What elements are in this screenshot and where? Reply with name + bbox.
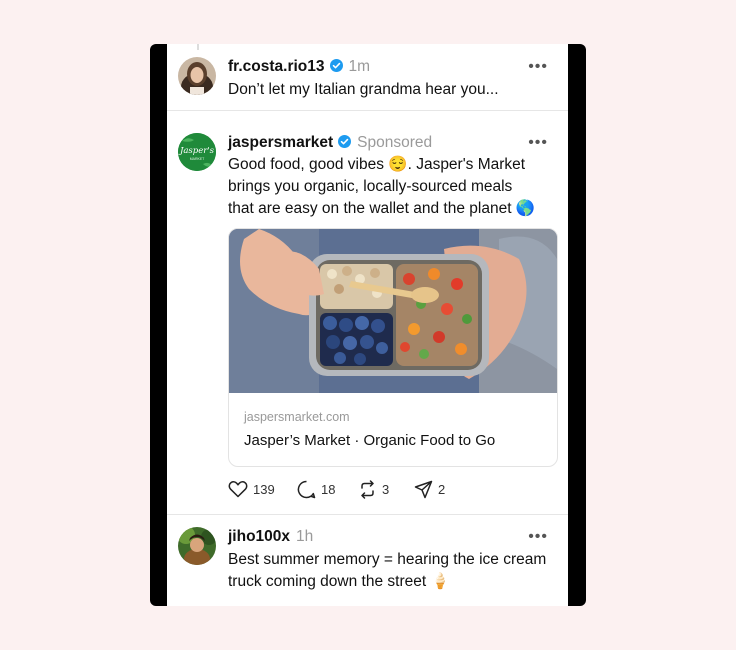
like-count: 139	[253, 481, 275, 497]
comment-icon	[297, 480, 316, 498]
food-container-image[interactable]	[229, 229, 557, 393]
post-text: Best summer memory = hearing the ice cre…	[228, 549, 558, 593]
repost-button[interactable]: 3	[358, 478, 389, 500]
post-jaspersmarket[interactable]: Jasper's MARKET jaspersmarket Sponsored •…	[167, 44, 568, 514]
share-icon	[414, 480, 433, 498]
post-text-line: that are easy on the wallet and the plan…	[228, 200, 536, 217]
feed-screen[interactable]: fr.costa.rio13 1m ••• Don’t let my Italia…	[167, 44, 568, 606]
more-icon[interactable]: •••	[528, 135, 548, 151]
repost-icon	[361, 479, 374, 499]
link-domain[interactable]: jaspersmarket.com	[244, 410, 350, 424]
post-text-line: Good food, good vibes 😌. Jasper's Market	[228, 156, 526, 173]
action-bar: 139 18 3 2	[228, 478, 558, 500]
repost-count: 3	[382, 481, 390, 497]
phone-frame: fr.costa.rio13 1m ••• Don’t let my Italia…	[150, 44, 586, 606]
username[interactable]: jiho100x 1h	[228, 528, 313, 546]
verified-badge-icon	[338, 135, 352, 148]
post-text: Good food, good vibes 😌. Jasper's Market…	[228, 154, 558, 220]
post-text-line: Best summer memory = hearing the ice cre…	[228, 551, 547, 568]
username-text[interactable]: jiho100x	[228, 528, 290, 545]
link-preview-card[interactable]: jaspersmarket.com Jasper’s Market · Orga…	[228, 228, 558, 467]
post-time: 1h	[296, 528, 314, 545]
sponsored-label: Sponsored	[357, 134, 433, 151]
share-count: 2	[438, 481, 446, 497]
reply-count: 18	[321, 481, 336, 497]
username[interactable]: jaspersmarket Sponsored	[228, 134, 432, 152]
post-jiho100x[interactable]: jiho100x 1h ••• Best summer memory = hear…	[167, 514, 568, 606]
username-text[interactable]: jaspersmarket	[228, 134, 333, 151]
brand-logo-text: Jasper's	[178, 146, 215, 156]
reply-button[interactable]: 18	[297, 478, 335, 500]
post-text-line: brings you organic, locally-sourced meal…	[228, 178, 513, 195]
link-title[interactable]: Jasper’s Market · Organic Food to Go	[244, 432, 495, 449]
brand-avatar[interactable]: Jasper's MARKET	[178, 133, 216, 171]
brand-logo-subtext: MARKET	[190, 157, 205, 161]
more-icon[interactable]: •••	[528, 529, 548, 545]
heart-icon	[228, 480, 248, 498]
share-button[interactable]: 2	[414, 478, 445, 500]
avatar[interactable]	[178, 527, 216, 565]
like-button[interactable]: 139	[228, 478, 275, 500]
post-text-line: truck coming down the street 🍦	[228, 573, 450, 590]
